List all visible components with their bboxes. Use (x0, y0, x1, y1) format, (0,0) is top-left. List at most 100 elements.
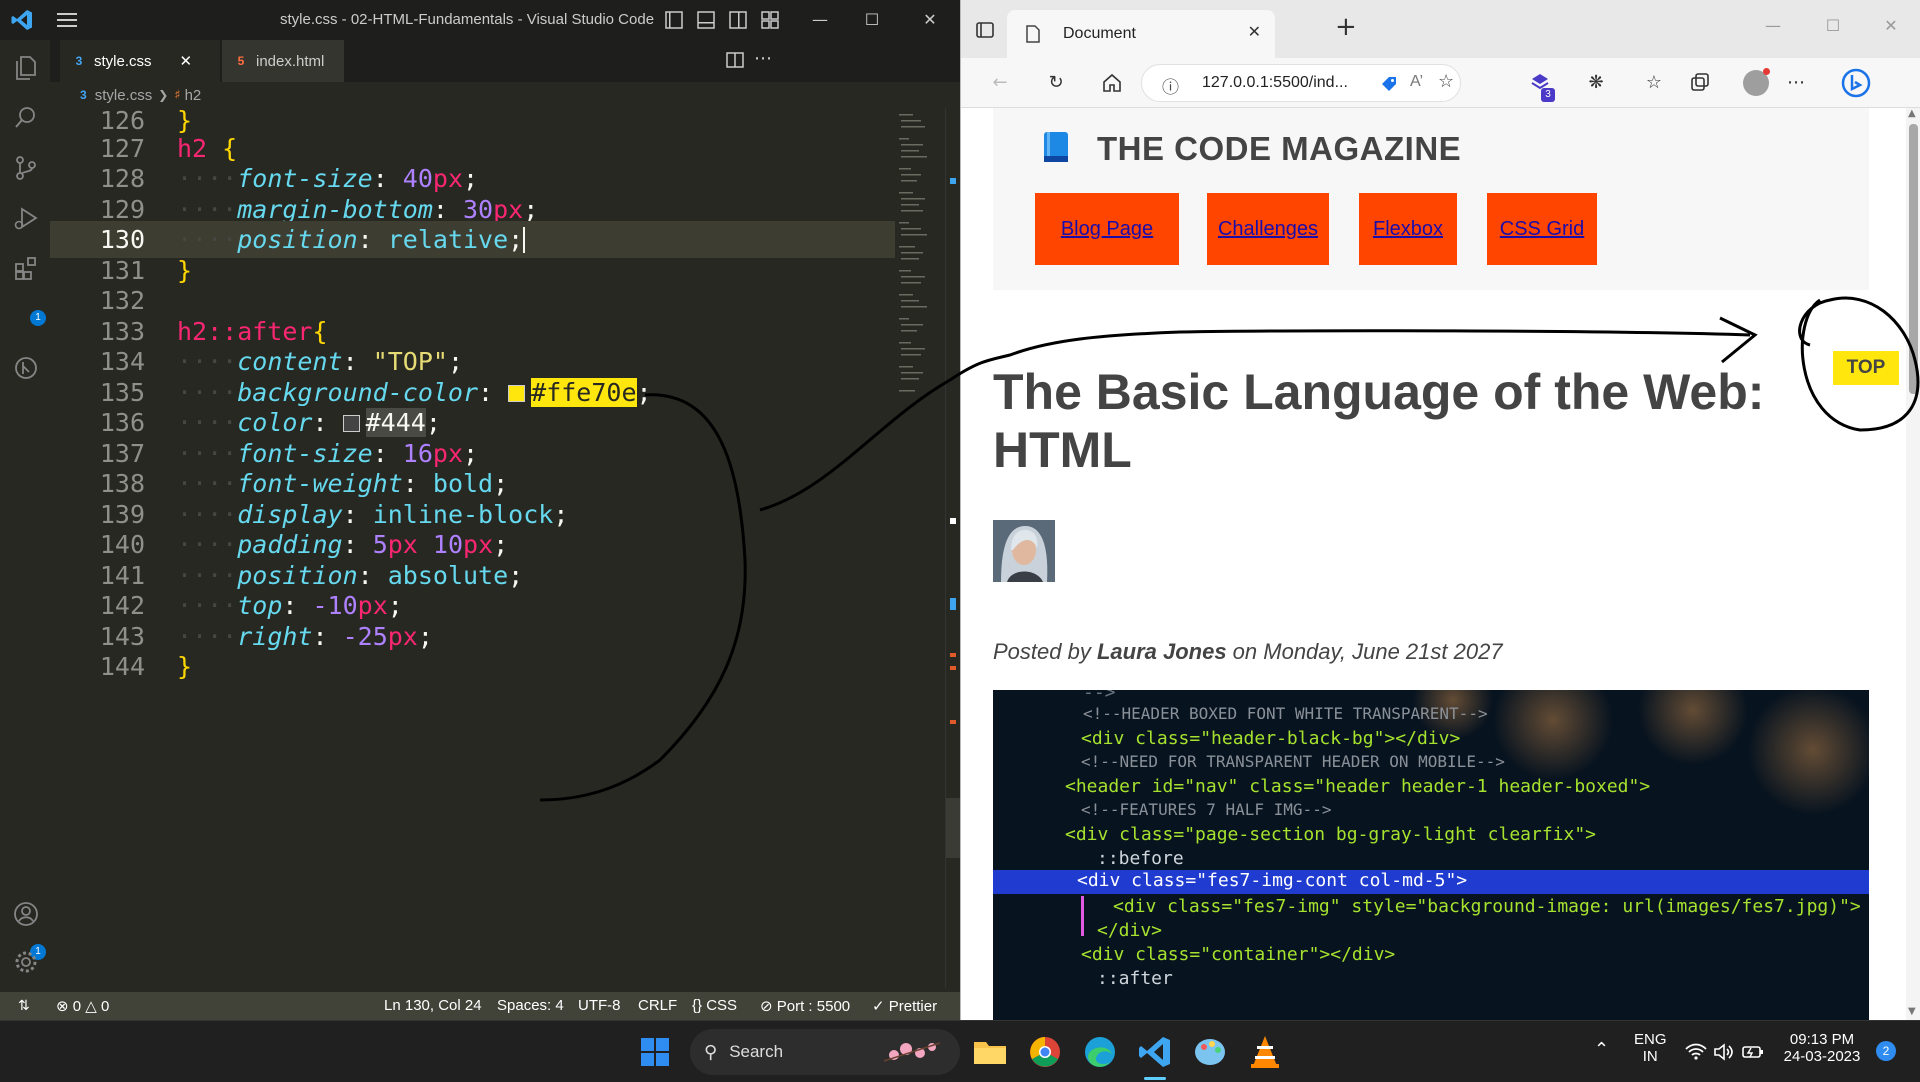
tab-actions-icon[interactable] (975, 20, 995, 40)
tab-style-css[interactable]: 3 style.css ✕ (60, 40, 220, 82)
vlc-icon[interactable] (1245, 1032, 1285, 1072)
value: inline-block (372, 500, 554, 529)
prettier-status[interactable]: ✓ Prettier (872, 992, 937, 1020)
string-value: "TOP" (372, 347, 448, 376)
more-actions-icon[interactable]: ⋯ (754, 48, 772, 69)
chevron-up-icon[interactable]: ⌃ (1594, 1039, 1609, 1060)
browser-tab[interactable]: Document ✕ (1007, 10, 1275, 58)
more-menu-icon[interactable]: ⋯ (1785, 72, 1807, 94)
split-editor-icon[interactable] (726, 51, 744, 69)
encoding-status[interactable]: UTF-8 (578, 992, 621, 1020)
hamburger-menu-icon[interactable] (56, 10, 78, 30)
live-server-status[interactable]: ⊘ Port : 5500 (760, 992, 850, 1020)
edge-window: Document ✕ + — ☐ ✕ ← ↻ ⓘ 127.0.0.1:5500/… (960, 0, 1920, 1020)
unit: px (432, 439, 464, 468)
customize-layout-icon[interactable] (760, 10, 780, 30)
gear-icon[interactable] (12, 948, 40, 976)
minimap[interactable] (895, 108, 945, 408)
breadcrumb-file[interactable]: style.css (95, 87, 153, 104)
author-avatar (993, 520, 1055, 582)
remote-explorer-icon[interactable] (12, 354, 40, 382)
no-entry-icon: ⊘ (760, 997, 773, 1015)
maximize-icon[interactable]: ☐ (860, 8, 884, 32)
explorer-icon[interactable] (12, 54, 40, 82)
file-explorer-icon[interactable] (970, 1032, 1010, 1072)
breadcrumb-symbol[interactable]: h2 (185, 87, 202, 104)
css-file-icon: 3 (80, 88, 87, 102)
source-control-icon[interactable] (12, 154, 40, 182)
battery-icon[interactable] (1741, 1043, 1765, 1061)
favorites-icon[interactable]: ☆ (1643, 72, 1665, 94)
minimize-icon[interactable]: — (1761, 14, 1785, 38)
extensions-icon[interactable]: ❋ (1585, 72, 1607, 94)
close-tab-icon[interactable]: ✕ (180, 52, 193, 70)
nav-link-blog[interactable]: Blog Page (1035, 193, 1179, 265)
remote-icon[interactable]: ⇅ (18, 992, 30, 1020)
code-editor[interactable]: 126} 127 h2 { 128 ····font-size: 40px; 129… (50, 106, 945, 988)
unit: px (493, 195, 524, 224)
bing-copilot-icon[interactable] (1841, 68, 1871, 98)
wifi-icon[interactable] (1685, 1043, 1707, 1061)
clock[interactable]: 09:13 PM 24-03-2023 (1782, 1031, 1862, 1065)
eol-status[interactable]: CRLF (638, 992, 677, 1020)
site-brand[interactable]: THE CODE MAGAZINE (1097, 130, 1461, 168)
cursor-position[interactable]: Ln 130, Col 24 (384, 992, 482, 1020)
scroll-thumb[interactable] (946, 798, 960, 858)
desktop: style.css - 02-HTML-Fundamentals - Visua… (0, 0, 1920, 1082)
scroll-marker (950, 518, 956, 524)
nav-link-flexbox[interactable]: Flexbox (1359, 193, 1457, 265)
indentation-status[interactable]: Spaces: 4 (497, 992, 564, 1020)
volume-icon[interactable] (1713, 1043, 1735, 1061)
paint-app-icon[interactable] (1190, 1032, 1230, 1072)
read-aloud-icon[interactable]: A’ (1410, 73, 1423, 91)
search-icon[interactable] (12, 104, 40, 132)
language-status[interactable]: {} CSS (692, 992, 737, 1020)
page-scrollbar[interactable]: ▲ ▼ (1906, 108, 1920, 1020)
refresh-icon[interactable]: ↻ (1045, 72, 1067, 94)
notification-badge[interactable]: 2 (1876, 1041, 1896, 1061)
tab-index-html[interactable]: 5 index.html (222, 40, 344, 82)
maximize-icon[interactable]: ☐ (1821, 14, 1845, 38)
property: right (237, 622, 313, 651)
taskbar-search[interactable]: ⚲ Search (690, 1029, 960, 1075)
close-icon[interactable]: ✕ (1879, 14, 1903, 38)
tag-icon[interactable] (1380, 75, 1398, 93)
language-indicator[interactable]: ENG IN (1634, 1031, 1667, 1065)
run-debug-icon[interactable] (12, 204, 40, 232)
problems-status[interactable]: ⊗ 0 △ 0 (56, 992, 109, 1020)
home-icon[interactable] (1101, 72, 1123, 94)
hero-code-line: <div class="fes7-img-cont col-md-5"> (1077, 870, 1468, 891)
language-code: ENG (1634, 1031, 1667, 1048)
warning-count: 0 (100, 998, 110, 1015)
close-icon[interactable]: ✕ (918, 8, 942, 32)
vscode-taskbar-icon[interactable] (1135, 1032, 1175, 1072)
minimize-icon[interactable]: — (808, 8, 832, 32)
nav-link-css-grid[interactable]: CSS Grid (1487, 193, 1597, 265)
back-icon[interactable]: ← (989, 72, 1011, 94)
color-swatch[interactable] (342, 415, 360, 432)
address-bar[interactable]: ⓘ 127.0.0.1:5500/ind... A’ ☆ (1141, 64, 1461, 102)
scroll-up-icon[interactable]: ▲ (1908, 108, 1916, 119)
info-icon[interactable]: ⓘ (1162, 73, 1179, 98)
url-text: 127.0.0.1:5500/ind... (1202, 74, 1348, 91)
page-scroll-thumb[interactable] (1909, 124, 1918, 394)
editor-scrollbar[interactable] (945, 108, 960, 988)
scroll-marker (950, 653, 956, 657)
collections-icon[interactable] (1689, 72, 1711, 94)
close-tab-icon[interactable]: ✕ (1248, 22, 1261, 41)
toggle-sidebar-icon[interactable] (664, 10, 684, 30)
browser-tab-title: Document (1063, 25, 1136, 42)
extensions-icon[interactable] (12, 254, 40, 282)
toggle-secondary-sidebar-icon[interactable] (728, 10, 748, 30)
nav-link-challenges[interactable]: Challenges (1207, 193, 1329, 265)
scroll-down-icon[interactable]: ▼ (1908, 1006, 1916, 1017)
new-tab-icon[interactable]: + (1335, 14, 1357, 40)
color-swatch[interactable] (508, 385, 526, 402)
toggle-panel-icon[interactable] (696, 10, 716, 30)
add-favorite-icon[interactable]: ☆ (1438, 71, 1454, 92)
accounts-icon[interactable] (12, 900, 40, 928)
chrome-icon[interactable] (1025, 1032, 1065, 1072)
edge-icon[interactable] (1080, 1032, 1120, 1072)
search-icon: ⚲ (704, 1041, 718, 1063)
windows-start-icon[interactable] (635, 1032, 675, 1072)
